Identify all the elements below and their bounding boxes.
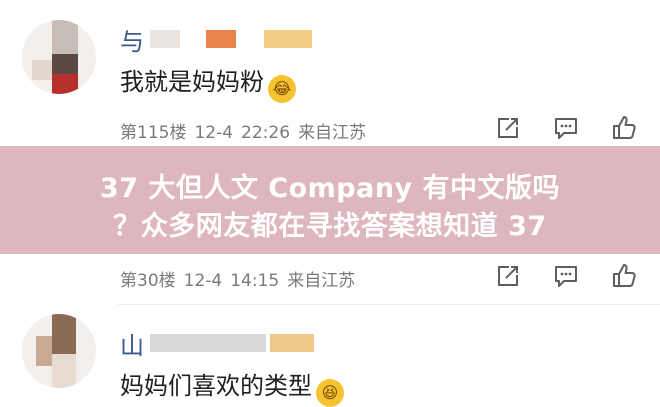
- comment-location: 来自江苏: [298, 123, 367, 143]
- comment-meta: 第30楼 12-4 14:15 来自江苏: [120, 266, 363, 291]
- username-redaction: [264, 30, 312, 48]
- avatar[interactable]: [22, 20, 96, 94]
- comment-item-3: 山 妈妈们喜欢的类型 😆: [0, 304, 660, 407]
- username[interactable]: 与: [120, 22, 144, 57]
- like-icon[interactable]: [610, 114, 638, 142]
- comment-item-2: 第30楼 12-4 14:15 来自江苏: [0, 254, 660, 304]
- headline-banner: 37 大但人文 Company 有中文版吗 ？众多网友都在寻找答案想知道 37: [0, 146, 660, 254]
- share-icon[interactable]: [494, 114, 522, 142]
- comment-time: 22:26: [241, 123, 291, 143]
- comment-meta: 第115楼 12-4 22:26 来自江苏: [120, 118, 374, 143]
- like-icon[interactable]: [610, 262, 638, 290]
- comment-date: 12-4: [194, 123, 234, 143]
- comment-location: 来自江苏: [287, 271, 356, 291]
- banner-line-2: ？众多网友都在寻找答案想知道 37: [113, 211, 547, 242]
- floor-number: 第115楼: [120, 123, 187, 143]
- grinning-emoji-icon: 😆: [316, 379, 344, 407]
- floor-number: 第30楼: [120, 271, 176, 291]
- username[interactable]: 山: [120, 326, 144, 361]
- comment-text-content: 我就是妈妈粉: [120, 68, 264, 96]
- username-redaction: [270, 334, 314, 352]
- banner-line-1: 37 大但人文 Company 有中文版吗: [99, 173, 561, 204]
- username-redaction: [206, 30, 236, 48]
- comment-time: 14:15: [230, 271, 280, 291]
- avatar[interactable]: [22, 314, 96, 388]
- comment-icon[interactable]: [552, 114, 580, 142]
- share-icon[interactable]: [494, 262, 522, 290]
- comment-item-1: 与 我就是妈妈粉 😂 第115楼 12-4 22:26 来自江苏: [0, 0, 660, 146]
- comment-date: 12-4: [183, 271, 223, 291]
- username-redaction: [150, 30, 180, 48]
- comment-icon[interactable]: [552, 262, 580, 290]
- comment-text-content: 妈妈们喜欢的类型: [120, 372, 312, 400]
- username-redaction: [150, 334, 266, 352]
- comment-text: 妈妈们喜欢的类型 😆: [120, 366, 344, 407]
- comment-text: 我就是妈妈粉 😂: [120, 62, 296, 103]
- laughing-emoji-icon: 😂: [268, 75, 296, 103]
